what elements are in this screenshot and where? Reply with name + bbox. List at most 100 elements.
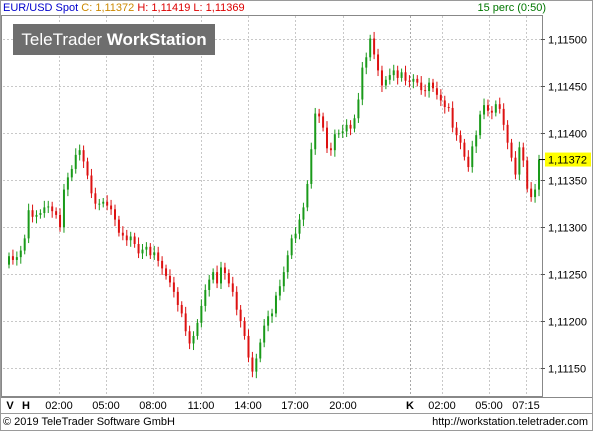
candle-body: [23, 238, 26, 251]
candle-body: [11, 256, 14, 260]
candle-body: [106, 201, 109, 206]
candle-body: [416, 78, 419, 83]
candle-body: [428, 82, 431, 92]
candle-body: [443, 100, 446, 108]
candle-body: [90, 175, 93, 194]
candle-body: [231, 283, 234, 292]
copyright-text: © 2019 TeleTrader Software GmbH: [3, 416, 175, 428]
candle-body: [345, 124, 348, 132]
candle-body: [377, 54, 380, 71]
candle-body: [55, 211, 58, 215]
candle-body: [384, 79, 387, 86]
candle-body: [267, 316, 270, 326]
teletrader-logo: TeleTrader WorkStation: [13, 24, 215, 55]
candle-body: [298, 219, 301, 234]
candle-body: [220, 267, 222, 284]
candle-body: [412, 78, 415, 82]
candle-body: [286, 255, 289, 273]
candle-body: [439, 94, 442, 101]
y-tick-label: 1,11450: [548, 82, 587, 94]
y-tick-label: 1,11200: [548, 317, 587, 329]
candle-body: [341, 131, 344, 134]
x-axis-bar: [1, 397, 592, 413]
logo-word-1: TeleTrader: [21, 30, 103, 49]
candle-body: [538, 159, 540, 190]
candle-body: [534, 189, 537, 198]
candle-body: [486, 105, 489, 111]
candle-body: [271, 313, 274, 317]
candle-body: [51, 206, 54, 212]
candle-body: [94, 193, 97, 204]
candle-body: [373, 38, 376, 55]
candle-body: [408, 80, 411, 82]
logo-word-2: WorkStation: [106, 30, 207, 49]
candle-body: [526, 160, 529, 189]
candles: [8, 31, 540, 379]
candle-body: [392, 70, 395, 76]
candle-body: [27, 210, 30, 239]
candle-body: [15, 257, 18, 260]
y-tick-label: 1,11250: [548, 270, 587, 282]
candle-body: [530, 188, 533, 198]
candle-body: [66, 177, 69, 190]
candle-body: [294, 233, 297, 239]
candlestick-chart: 1,11500 1,11450 1,11400 1,11350 1,11300 1,112…: [3, 16, 591, 412]
candle-body: [216, 272, 219, 284]
candle-body: [137, 244, 140, 254]
candle-body: [380, 70, 383, 86]
candle-body: [471, 146, 474, 168]
candle-body: [114, 209, 116, 220]
y-tick-label: 1,11150: [548, 364, 586, 376]
candle-body: [322, 116, 325, 128]
candle-body: [98, 203, 101, 205]
candle-body: [200, 305, 203, 323]
candle-body: [149, 246, 152, 256]
candle-body: [314, 113, 317, 150]
candle-body: [251, 357, 254, 372]
candle-body: [86, 161, 89, 176]
candle-body: [141, 249, 144, 254]
candle-body: [455, 127, 458, 136]
candle-body: [31, 210, 34, 217]
candle-body: [168, 275, 171, 283]
website-link[interactable]: http://workstation.teletrader.com: [432, 414, 588, 430]
candle-body: [117, 219, 120, 233]
candle-body: [494, 104, 497, 113]
candle-body: [153, 252, 156, 256]
candle-body: [302, 207, 305, 220]
candle-body: [62, 189, 65, 228]
candle-body: [263, 325, 266, 343]
candle-body: [74, 154, 77, 169]
footer: © 2019 TeleTrader Software GmbH http://w…: [1, 413, 592, 430]
candle-body: [278, 286, 281, 296]
candle-body: [121, 232, 124, 236]
candle-body: [133, 236, 136, 244]
candle-body: [172, 282, 175, 292]
candle-body: [70, 168, 73, 178]
candle-body: [223, 267, 226, 274]
candle-body: [110, 205, 113, 210]
candle-body: [180, 304, 183, 314]
candle-body: [39, 213, 42, 215]
y-tick-label: 1,11300: [548, 223, 587, 235]
candle-body: [435, 88, 438, 95]
candle-body: [282, 272, 285, 287]
candle-body: [400, 72, 403, 78]
candle-body: [235, 291, 238, 310]
candle-body: [420, 82, 423, 91]
candle-body: [274, 295, 277, 314]
candle-body: [35, 214, 38, 217]
y-tick-label: 1,11400: [548, 129, 587, 141]
candle-body: [204, 289, 207, 306]
candle-body: [361, 67, 364, 100]
candle-body: [157, 252, 160, 261]
candle-body: [247, 335, 250, 358]
candle-body: [196, 322, 199, 336]
y-tick-label: 1,11500: [548, 35, 587, 47]
candle-body: [475, 135, 478, 147]
candle-body: [161, 260, 164, 269]
candle-body: [184, 313, 187, 332]
candle-body: [353, 118, 356, 129]
candle-body: [310, 149, 313, 184]
candle-body: [165, 268, 168, 276]
